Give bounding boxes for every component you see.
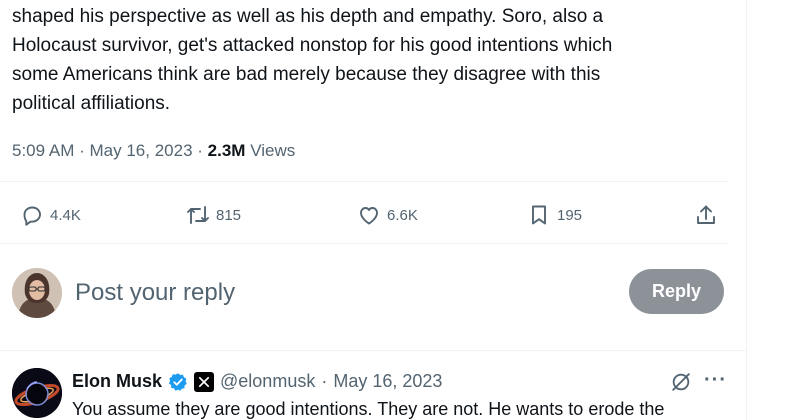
avatar-image [12, 268, 62, 318]
repost-icon [187, 206, 209, 224]
repost-count: 815 [216, 206, 242, 224]
tweet-meta: 5:09 AM · May 16, 2023 · 2.3M Views [12, 141, 295, 161]
column-border [746, 0, 747, 420]
author-avatar[interactable] [12, 368, 62, 418]
tweet-text-line: political affiliations. [12, 93, 171, 114]
bookmark-icon [532, 205, 546, 225]
repost-action[interactable]: 815 [186, 203, 241, 227]
tweet-date[interactable]: May 16, 2023 [90, 141, 193, 160]
reply-action[interactable]: 4.4K [20, 203, 81, 227]
tweet-text-line: some Americans think are bad merely beca… [12, 64, 601, 85]
reply-text: You assume they are good intentions. The… [72, 399, 665, 419]
user-avatar[interactable] [12, 268, 62, 318]
meta-separator: · [79, 141, 85, 160]
views-label: Views [250, 141, 296, 160]
reply-count: 4.4K [50, 206, 81, 224]
bookmark-action[interactable]: 195 [527, 203, 582, 227]
reply-date[interactable]: May 16, 2023 [333, 371, 442, 392]
x-affiliation-icon[interactable] [194, 371, 215, 392]
divider [0, 181, 728, 182]
reply-icon [23, 206, 41, 226]
reply-button[interactable]: Reply [629, 269, 724, 314]
views-count: 2.3M [207, 141, 246, 160]
more-options-icon[interactable]: ··· [704, 369, 727, 392]
like-count: 6.6K [387, 206, 418, 224]
share-icon [697, 205, 715, 224]
share-action[interactable] [694, 203, 718, 227]
author-name[interactable]: Elon Musk [72, 371, 162, 392]
like-action[interactable]: 6.6K [357, 203, 418, 227]
author-handle[interactable]: @elonmusk [220, 371, 315, 392]
tweet-text-line: shaped his perspective as well as his de… [12, 6, 604, 27]
avatar-image [12, 368, 62, 418]
reply-input[interactable] [75, 276, 595, 310]
meta-separator: · [321, 371, 328, 391]
divider [0, 350, 746, 351]
tweet-text: shaped his perspective as well as his de… [12, 2, 732, 118]
divider [0, 243, 728, 244]
verified-badge-icon[interactable] [168, 372, 188, 392]
tweet-text-line: Holocaust survivor, get's attacked nonst… [12, 35, 613, 56]
reply-header: Elon Musk @elonmusk · May 16, 2023 [72, 371, 442, 392]
grok-icon[interactable] [670, 371, 692, 393]
like-icon [360, 207, 378, 225]
bookmark-count: 195 [557, 206, 583, 224]
meta-separator: · [197, 141, 203, 160]
tweet-time[interactable]: 5:09 AM [12, 141, 74, 160]
